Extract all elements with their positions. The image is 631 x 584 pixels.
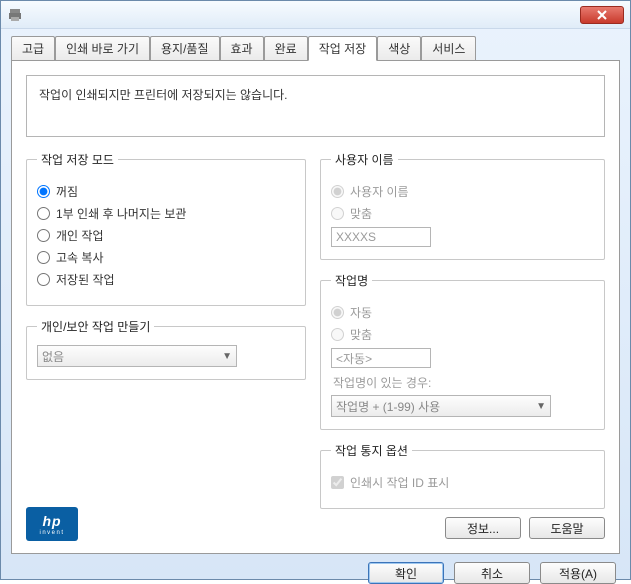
jobname-exists-select: 작업명 + (1-99) 사용 ▼ (331, 395, 551, 417)
cancel-button[interactable]: 취소 (454, 562, 530, 584)
close-icon (597, 10, 607, 20)
logo-tagline: invent (39, 530, 64, 536)
job-storage-mode-group: 작업 저장 모드 꺼짐 1부 인쇄 후 나머지는 보관 개인 작업 (26, 151, 306, 306)
make-private-group: 개인/보안 작업 만들기 없음 ▼ (26, 318, 306, 380)
group-legend: 작업 저장 모드 (37, 151, 118, 168)
group-legend: 개인/보안 작업 만들기 (37, 318, 154, 335)
radio-label: 꺼짐 (56, 183, 78, 200)
mode-quick-copy-radio[interactable] (37, 251, 50, 264)
jobname-exists-label: 작업명이 있는 경우: (333, 374, 594, 391)
tab-label: 작업 저장 (319, 42, 367, 56)
close-button[interactable] (580, 6, 624, 24)
mode-stored[interactable]: 저장된 작업 (37, 271, 295, 288)
username-auto: 사용자 이름 (331, 183, 594, 200)
notify-show-id-check (331, 476, 344, 489)
radio-label: 맞춤 (350, 326, 372, 343)
group-legend: 사용자 이름 (331, 151, 398, 168)
username-group: 사용자 이름 사용자 이름 맞춤 (320, 151, 605, 260)
tab-finishing[interactable]: 완료 (264, 36, 308, 61)
printer-icon (7, 7, 23, 23)
job-notify-group: 작업 통지 옵션 인쇄시 작업 ID 표시 (320, 442, 605, 509)
check-label: 인쇄시 작업 ID 표시 (350, 474, 449, 491)
tab-job-storage[interactable]: 작업 저장 (308, 36, 378, 61)
tab-color[interactable]: 색상 (377, 36, 421, 61)
tab-label: 효과 (231, 42, 253, 56)
tab-label: 서비스 (432, 42, 465, 56)
group-legend: 작업명 (331, 272, 372, 289)
jobname-group: 작업명 자동 맞춤 작업명이 있는 경우: 작업명 + (1-99) 사용 ▼ (320, 272, 605, 430)
jobname-auto-radio (331, 306, 344, 319)
button-label: 적용(A) (559, 565, 597, 582)
group-legend: 작업 통지 옵션 (331, 442, 412, 459)
button-label: 도움말 (550, 520, 583, 537)
hp-logo: hp invent (26, 507, 78, 541)
print-properties-window: 고급 인쇄 바로 가기 용지/품질 효과 완료 작업 저장 색상 서비스 작업이… (0, 0, 631, 580)
username-custom: 맞춤 (331, 205, 594, 222)
tab-label: 색상 (388, 42, 410, 56)
button-label: 정보... (467, 520, 499, 537)
mode-off[interactable]: 꺼짐 (37, 183, 295, 200)
mode-proof-hold[interactable]: 1부 인쇄 후 나머지는 보관 (37, 205, 295, 222)
radio-label: 자동 (350, 304, 372, 321)
tab-label: 인쇄 바로 가기 (66, 42, 139, 56)
chevron-down-icon: ▼ (222, 351, 232, 362)
info-button[interactable]: 정보... (445, 517, 521, 539)
tab-panel: 작업이 인쇄되지만 프린터에 저장되지는 않습니다. 작업 저장 모드 꺼짐 1… (11, 60, 620, 554)
tab-effects[interactable]: 효과 (220, 36, 264, 61)
mode-quick-copy[interactable]: 고속 복사 (37, 249, 295, 266)
notify-show-id: 인쇄시 작업 ID 표시 (331, 474, 594, 491)
radio-label: 저장된 작업 (56, 271, 115, 288)
select-value: 없음 (42, 348, 64, 365)
tab-paper-quality[interactable]: 용지/품질 (150, 36, 220, 61)
jobname-custom: 맞춤 (331, 326, 594, 343)
username-auto-radio (331, 185, 344, 198)
jobname-input (331, 348, 431, 368)
mode-proof-hold-radio[interactable] (37, 207, 50, 220)
ok-button[interactable]: 확인 (368, 562, 444, 584)
tab-shortcuts[interactable]: 인쇄 바로 가기 (55, 36, 150, 61)
tab-label: 고급 (22, 42, 44, 56)
mode-off-radio[interactable] (37, 185, 50, 198)
private-select: 없음 ▼ (37, 345, 237, 367)
mode-description: 작업이 인쇄되지만 프린터에 저장되지는 않습니다. (26, 75, 605, 137)
radio-label: 1부 인쇄 후 나머지는 보관 (56, 205, 186, 222)
radio-label: 고속 복사 (56, 249, 104, 266)
username-custom-radio (331, 207, 344, 220)
description-text: 작업이 인쇄되지만 프린터에 저장되지는 않습니다. (39, 88, 288, 102)
chevron-down-icon: ▼ (536, 401, 546, 412)
tab-advanced[interactable]: 고급 (11, 36, 55, 61)
tabstrip: 고급 인쇄 바로 가기 용지/품질 효과 완료 작업 저장 색상 서비스 (1, 29, 630, 60)
tab-label: 용지/품질 (161, 42, 209, 56)
radio-label: 개인 작업 (56, 227, 104, 244)
button-label: 취소 (481, 565, 503, 582)
titlebar (1, 1, 630, 29)
jobname-custom-radio (331, 328, 344, 341)
mode-personal[interactable]: 개인 작업 (37, 227, 295, 244)
apply-button[interactable]: 적용(A) (540, 562, 616, 584)
jobname-auto: 자동 (331, 304, 594, 321)
tab-services[interactable]: 서비스 (421, 36, 476, 61)
select-value: 작업명 + (1-99) 사용 (336, 398, 440, 415)
mode-personal-radio[interactable] (37, 229, 50, 242)
help-button[interactable]: 도움말 (529, 517, 605, 539)
tab-label: 완료 (275, 42, 297, 56)
radio-label: 사용자 이름 (350, 183, 409, 200)
mode-stored-radio[interactable] (37, 273, 50, 286)
radio-label: 맞춤 (350, 205, 372, 222)
logo-brand: hp (42, 513, 61, 529)
button-label: 확인 (395, 565, 417, 582)
username-input (331, 227, 431, 247)
